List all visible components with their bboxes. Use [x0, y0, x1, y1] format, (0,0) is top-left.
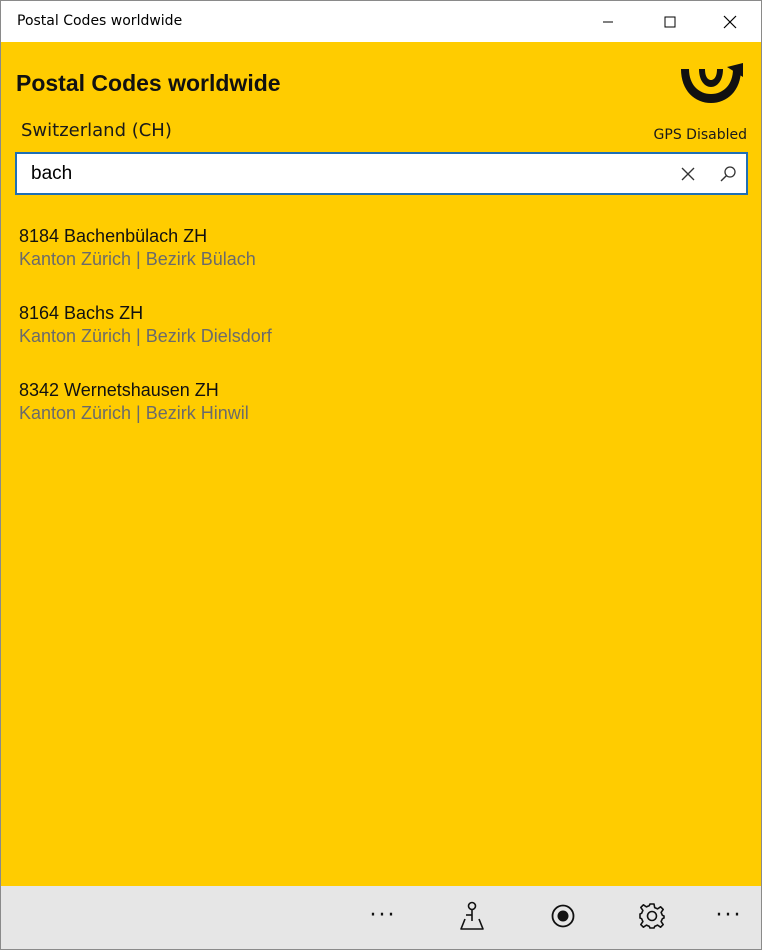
overflow-menu-button[interactable]: ··· [707, 896, 751, 936]
posthorn-logo-icon [677, 63, 745, 107]
maximize-button[interactable] [647, 1, 693, 42]
result-subtitle: Kanton Zürich | Bezirk Dielsdorf [19, 326, 272, 346]
close-window-button[interactable] [707, 1, 753, 42]
bottom-app-bar: ··· ··· [1, 886, 761, 949]
page-title: Postal Codes worldwide [16, 70, 281, 96]
close-icon [681, 167, 695, 181]
country-selector[interactable]: Switzerland (CH) [21, 120, 172, 141]
locate-icon [551, 904, 575, 928]
list-item[interactable]: 8184 Bachenbülach ZH Kanton Zürich | Bez… [19, 225, 719, 302]
title-bar: Postal Codes worldwide [1, 1, 761, 42]
close-icon [723, 15, 737, 28]
search-button[interactable] [713, 160, 743, 188]
window-title: Postal Codes worldwide [17, 13, 183, 29]
search-input[interactable] [31, 160, 651, 188]
locate-button[interactable] [541, 896, 585, 936]
result-subtitle: Kanton Zürich | Bezirk Hinwil [19, 403, 249, 423]
minimize-icon [603, 21, 613, 22]
list-item[interactable]: 8164 Bachs ZH Kanton Zürich | Bezirk Die… [19, 302, 719, 379]
map-pin-icon [460, 901, 484, 930]
result-title: 8184 Bachenbülach ZH [19, 226, 208, 246]
app-window: Postal Codes worldwide Postal Codes worl… [0, 0, 762, 950]
list-item[interactable]: 8342 Wernetshausen ZH Kanton Zürich | Be… [19, 379, 719, 456]
minimize-button[interactable] [585, 1, 631, 42]
more-button[interactable]: ··· [361, 896, 405, 936]
maximize-icon [664, 16, 676, 27]
result-title: 8164 Bachs ZH [19, 303, 144, 323]
search-box [15, 152, 748, 195]
clear-search-button[interactable] [673, 160, 703, 188]
ellipsis-icon: ··· [715, 903, 743, 928]
map-button[interactable] [450, 896, 494, 936]
results-list: 8184 Bachenbülach ZH Kanton Zürich | Bez… [19, 225, 719, 456]
gps-status: GPS Disabled [653, 127, 747, 143]
result-subtitle: Kanton Zürich | Bezirk Bülach [19, 249, 256, 269]
result-title: 8342 Wernetshausen ZH [19, 380, 219, 400]
settings-button[interactable] [630, 896, 674, 936]
more-icon: ··· [369, 903, 397, 928]
settings-icon [639, 903, 665, 929]
search-icon [720, 166, 736, 182]
